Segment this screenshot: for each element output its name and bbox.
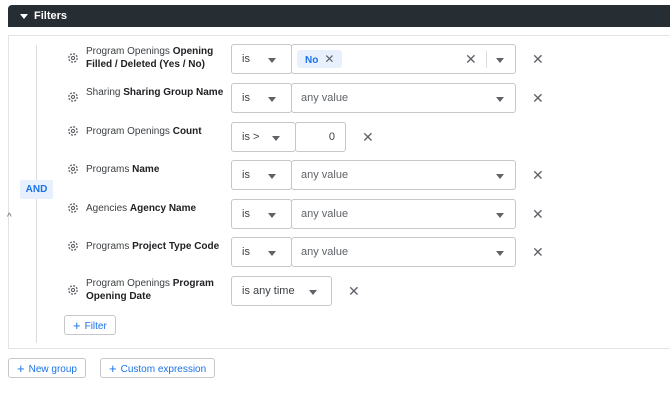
triangle-down-icon	[268, 213, 276, 218]
field-prefix: Agencies	[86, 203, 128, 214]
close-icon[interactable]: ✕	[324, 52, 334, 66]
clear-icon[interactable]: ✕	[465, 52, 477, 66]
value-number: 0	[328, 131, 335, 143]
plus-icon: +	[73, 318, 81, 333]
field-prefix: Program Openings	[86, 46, 170, 57]
gear-icon[interactable]	[67, 202, 79, 214]
field-prefix: Programs	[86, 241, 130, 252]
field-name: Name	[132, 164, 160, 175]
value-multiselect[interactable]: No ✕ ✕	[291, 44, 516, 74]
operator-select[interactable]: is	[231, 160, 292, 190]
field-name: Project Type Code	[132, 241, 220, 252]
operator-select[interactable]: is	[231, 237, 292, 267]
custom-expression-label: Custom expression	[120, 364, 207, 375]
triangle-down-icon	[496, 174, 504, 179]
gear-icon[interactable]	[67, 52, 79, 64]
custom-expression-button[interactable]: + Custom expression	[100, 358, 216, 378]
filter-field-label: Agencies Agency Name	[86, 202, 226, 215]
remove-filter-icon[interactable]: ✕	[532, 168, 544, 182]
operator-value: is	[242, 92, 250, 104]
value-chip: No ✕	[297, 50, 343, 68]
chip-label: No	[305, 55, 319, 66]
triangle-down-icon	[496, 97, 504, 102]
remove-filter-icon[interactable]: ✕	[532, 91, 544, 105]
field-prefix: Program Openings	[86, 278, 170, 289]
filter-row: Agencies Agency Name is any value ✕	[0, 199, 670, 231]
filter-field-label: Program Openings Program Opening Date	[86, 277, 226, 303]
filter-row: Program Openings Program Opening Date is…	[0, 276, 670, 308]
value-placeholder: any value	[301, 208, 349, 220]
field-name: Sharing Group Name	[123, 87, 224, 98]
value-select[interactable]: any value	[291, 199, 516, 229]
remove-filter-icon[interactable]: ✕	[532, 245, 544, 259]
filter-row: Sharing Sharing Group Name is any value …	[0, 83, 670, 115]
filter-field-label: Programs Project Type Code	[86, 240, 226, 253]
triangle-down-icon[interactable]	[496, 58, 504, 63]
filter-field-label: Program Openings Count	[86, 125, 226, 138]
filter-row: Program Openings Opening Filled / Delete…	[0, 44, 670, 76]
operator-value: is any time	[242, 285, 295, 297]
gear-icon[interactable]	[67, 240, 79, 252]
triangle-down-icon	[268, 251, 276, 256]
add-filter-label: Filter	[84, 321, 107, 332]
value-placeholder: any value	[301, 246, 349, 258]
operator-select[interactable]: is any time	[231, 276, 332, 306]
field-prefix: Sharing	[86, 87, 121, 98]
new-group-button[interactable]: + New group	[8, 358, 86, 378]
operator-value: is	[242, 208, 250, 220]
triangle-down-icon	[496, 213, 504, 218]
triangle-down-icon	[309, 290, 317, 295]
operator-value: is	[242, 169, 250, 181]
remove-filter-icon[interactable]: ✕	[532, 207, 544, 221]
value-select[interactable]: any value	[291, 83, 516, 113]
value-placeholder: any value	[301, 92, 349, 104]
plus-icon: +	[109, 361, 117, 376]
value-number-input[interactable]: 0	[295, 122, 346, 152]
gear-icon[interactable]	[67, 284, 79, 296]
field-prefix: Programs	[86, 164, 130, 175]
plus-icon: +	[17, 361, 25, 376]
gear-icon[interactable]	[67, 163, 79, 175]
field-name: Agency Name	[129, 203, 197, 214]
operator-select[interactable]: is >	[231, 122, 296, 152]
field-prefix: Program Openings	[86, 126, 170, 137]
triangle-down-icon	[268, 174, 276, 179]
operator-select[interactable]: is	[231, 199, 292, 229]
remove-filter-icon[interactable]: ✕	[362, 130, 374, 144]
operator-value: is	[242, 53, 250, 65]
add-filter-button[interactable]: + Filter	[64, 315, 116, 335]
remove-filter-icon[interactable]: ✕	[348, 284, 360, 298]
filter-row: Program Openings Count is > 0 ✕	[0, 122, 670, 154]
triangle-down-icon	[272, 136, 280, 141]
triangle-down-icon	[268, 97, 276, 102]
operator-value: is >	[242, 131, 260, 143]
filter-row: Programs Project Type Code is any value …	[0, 237, 670, 269]
value-select[interactable]: any value	[291, 160, 516, 190]
filter-row: Programs Name is any value ✕	[0, 160, 670, 192]
remove-filter-icon[interactable]: ✕	[532, 52, 544, 66]
value-select[interactable]: any value	[291, 237, 516, 267]
triangle-down-icon	[496, 251, 504, 256]
triangle-down-icon	[268, 58, 276, 63]
value-placeholder: any value	[301, 169, 349, 181]
field-name: Count	[172, 126, 202, 137]
filter-field-label: Sharing Sharing Group Name	[86, 86, 226, 99]
filter-field-label: Programs Name	[86, 163, 226, 176]
gear-icon[interactable]	[67, 125, 79, 137]
operator-select[interactable]: is	[231, 83, 292, 113]
filters-title: Filters	[34, 10, 68, 22]
filters-header[interactable]: Filters	[8, 5, 670, 27]
gear-icon[interactable]	[67, 91, 79, 103]
divider	[486, 51, 487, 68]
operator-select[interactable]: is	[231, 44, 292, 74]
filter-field-label: Program Openings Opening Filled / Delete…	[86, 45, 226, 71]
new-group-label: New group	[28, 364, 77, 375]
caret-down-icon	[20, 13, 28, 19]
operator-value: is	[242, 246, 250, 258]
